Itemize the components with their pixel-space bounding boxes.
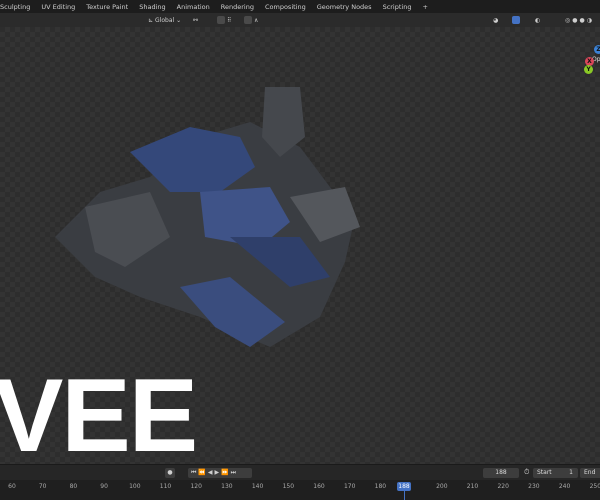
gizmo-icon: [512, 16, 520, 24]
playback-controls[interactable]: ⏮⏪◀▶⏩⏭: [188, 468, 252, 478]
gizmo-y-axis[interactable]: Y: [584, 65, 593, 74]
frame-tick-label: 150: [282, 483, 295, 490]
frame-tick-label: 160: [313, 483, 325, 490]
frame-tick-label: 220: [497, 483, 509, 490]
visibility-button[interactable]: ◕: [493, 15, 498, 25]
workspace-tab[interactable]: UV Editing: [41, 3, 75, 11]
frame-tick-label: 240: [558, 483, 571, 490]
frame-tick-label: 180: [374, 483, 387, 490]
frame-tick-label: 60: [8, 483, 16, 490]
record-button[interactable]: ●: [165, 468, 175, 478]
shading-buttons[interactable]: ◎ ● ● ◑: [565, 15, 592, 25]
proportional-button[interactable]: ∧: [244, 15, 258, 25]
rendered-icon: ◑: [586, 16, 592, 24]
snap-icon: [217, 16, 225, 24]
orientation-dropdown[interactable]: ⊾ Global ⌄: [148, 15, 181, 25]
material-icon: ●: [579, 16, 585, 24]
wireframe-icon: ◎: [565, 16, 571, 24]
timeline-header: ● ⏮⏪◀▶⏩⏭ 188 ⏱ Start 1 End: [0, 464, 600, 480]
frame-tick-label: 100: [129, 483, 141, 490]
link-icon: ⚯: [193, 16, 199, 24]
workspace-tab[interactable]: Geometry Nodes: [317, 3, 372, 11]
workspace-tab[interactable]: Scripting: [383, 3, 412, 11]
eevee-overlay-text: VEE: [0, 358, 198, 474]
frame-tick-label: 200: [436, 483, 448, 490]
frame-tick-label: 140: [251, 483, 264, 490]
gizmo-z-axis[interactable]: Z: [594, 45, 600, 54]
overlay-icon: ◐: [535, 16, 541, 24]
workspace-tab[interactable]: Rendering: [221, 3, 254, 11]
3d-viewport[interactable]: VEE Op Z X Y: [0, 27, 600, 474]
start-frame-field[interactable]: Start 1: [533, 468, 578, 478]
workspace-tab[interactable]: Shading: [139, 3, 165, 11]
frame-tick-label: 120: [190, 483, 202, 490]
visibility-icon: ◕: [493, 16, 499, 24]
pivot-button[interactable]: ⚯: [193, 15, 198, 25]
viewport-header: ⊾ Global ⌄ ⚯ ⠿ ∧ ◕ ◐ ◎ ● ● ◑: [0, 13, 600, 27]
workspace-tab[interactable]: Sculpting: [0, 3, 30, 11]
workspace-tabs: Sculpting UV Editing Texture Paint Shading A…: [0, 0, 600, 13]
solid-icon: ●: [572, 16, 578, 24]
playhead-line: [404, 491, 405, 500]
current-frame-indicator[interactable]: 188: [397, 482, 411, 491]
frame-tick-label: 170: [343, 483, 356, 490]
workspace-tab[interactable]: Compositing: [265, 3, 306, 11]
frame-tick-label: 130: [221, 483, 233, 490]
frame-tick-label: 80: [69, 483, 78, 490]
playback-icons: ⏮⏪◀▶⏩⏭: [191, 469, 238, 476]
frame-tick-label: 230: [528, 483, 540, 490]
falloff-icon: ∧: [254, 16, 259, 24]
gizmo-button[interactable]: [512, 15, 520, 25]
workspace-tab[interactable]: +: [422, 3, 427, 11]
frame-tick-label: 250: [589, 483, 600, 490]
end-frame-field[interactable]: End: [580, 468, 600, 478]
record-icon: ●: [167, 469, 173, 476]
workspace-tab[interactable]: Texture Paint: [86, 3, 128, 11]
axis-icon: ⊾: [148, 16, 154, 24]
proportional-icon: [244, 16, 252, 24]
frame-tick-label: 110: [159, 483, 172, 490]
grid-icon: ⠿: [227, 16, 232, 24]
timeline-ruler[interactable]: 60 70 80 90 100 110 120 130 140 150 160 170 180 200 21…: [0, 480, 600, 500]
overlay-button[interactable]: ◐: [535, 15, 540, 25]
chevron-down-icon: ⌄: [176, 16, 182, 24]
workspace-tab[interactable]: Animation: [177, 3, 210, 11]
frame-tick-label: 70: [38, 483, 47, 490]
frame-tick-label: 210: [466, 483, 479, 490]
stopwatch-icon[interactable]: ⏱: [524, 468, 529, 477]
current-frame-field[interactable]: 188: [483, 468, 519, 478]
frame-tick-label: 90: [100, 483, 108, 490]
snap-button[interactable]: ⠿: [217, 15, 231, 25]
